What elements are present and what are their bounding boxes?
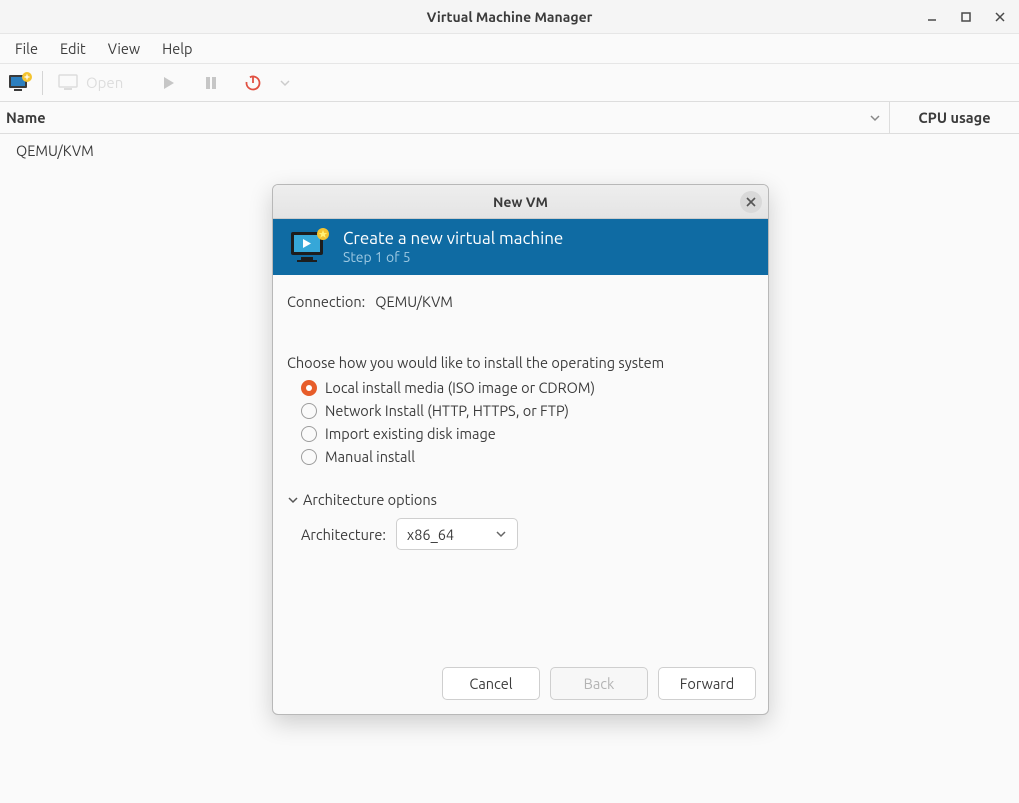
main-window-title: Virtual Machine Manager	[427, 9, 593, 25]
column-cpu-label: CPU usage	[918, 109, 990, 126]
main-titlebar: Virtual Machine Manager	[0, 0, 1019, 34]
radio-label: Import existing disk image	[325, 425, 496, 442]
architecture-header-label: Architecture options	[303, 491, 437, 508]
column-name-label: Name	[6, 109, 46, 126]
toolbar-separator	[42, 71, 43, 95]
monitor-icon	[57, 73, 81, 93]
radio-indicator	[301, 403, 317, 419]
install-method-prompt: Choose how you would like to install the…	[287, 354, 754, 371]
connection-field: Connection: QEMU/KVM	[287, 293, 754, 310]
chevron-down-icon	[279, 77, 291, 89]
install-method-options: Local install media (ISO image or CDROM)…	[287, 379, 754, 465]
back-button: Back	[550, 667, 648, 700]
architecture-value: x86_64	[407, 526, 454, 543]
column-sort-indicator[interactable]	[861, 102, 889, 133]
forward-label: Forward	[680, 675, 735, 692]
connection-name: QEMU/KVM	[16, 142, 94, 159]
radio-import-disk[interactable]: Import existing disk image	[301, 425, 754, 442]
new-vm-button[interactable]	[6, 69, 34, 97]
close-button[interactable]	[987, 4, 1013, 30]
radio-local-install[interactable]: Local install media (ISO image or CDROM)	[301, 379, 754, 396]
menu-edit[interactable]: Edit	[49, 36, 97, 61]
radio-indicator	[301, 426, 317, 442]
toolbar: Open	[0, 64, 1019, 102]
connection-row[interactable]: QEMU/KVM	[0, 138, 1019, 163]
banner-step: Step 1 of 5	[343, 249, 563, 267]
pause-icon	[203, 75, 219, 91]
column-cpu[interactable]: CPU usage	[889, 102, 1019, 133]
column-headers: Name CPU usage	[0, 102, 1019, 134]
architecture-label: Architecture:	[301, 526, 386, 543]
back-label: Back	[584, 675, 615, 692]
pause-button	[197, 69, 225, 97]
shutdown-button[interactable]	[239, 69, 267, 97]
menu-help[interactable]: Help	[151, 36, 203, 61]
dialog-body: Connection: QEMU/KVM Choose how you woul…	[273, 275, 768, 662]
chevron-down-icon	[287, 494, 299, 506]
banner-text: Create a new virtual machine Step 1 of 5	[343, 228, 563, 267]
power-icon	[244, 74, 262, 92]
maximize-button[interactable]	[953, 4, 979, 30]
window-controls	[919, 0, 1013, 34]
menu-file[interactable]: File	[4, 36, 49, 61]
dialog-title: New VM	[493, 194, 548, 210]
forward-button[interactable]: Forward	[658, 667, 756, 700]
dialog-banner: Create a new virtual machine Step 1 of 5	[273, 219, 768, 275]
play-icon	[161, 75, 177, 91]
minimize-button[interactable]	[919, 4, 945, 30]
radio-label: Network Install (HTTP, HTTPS, or FTP)	[325, 402, 569, 419]
cancel-button[interactable]: Cancel	[442, 667, 540, 700]
architecture-select[interactable]: x86_64	[396, 518, 518, 550]
cancel-label: Cancel	[469, 675, 512, 692]
close-icon	[746, 197, 756, 207]
radio-indicator	[301, 449, 317, 465]
menubar: File Edit View Help	[0, 34, 1019, 64]
chevron-down-icon	[869, 112, 881, 124]
open-vm-button: Open	[51, 70, 129, 96]
banner-title: Create a new virtual machine	[343, 228, 563, 249]
radio-network-install[interactable]: Network Install (HTTP, HTTPS, or FTP)	[301, 402, 754, 419]
dialog-close-button[interactable]	[740, 191, 762, 213]
new-vm-dialog: New VM Create a new virtual machine Step…	[272, 184, 769, 715]
run-button	[155, 69, 183, 97]
column-name[interactable]: Name	[0, 102, 861, 133]
connection-label: Connection:	[287, 293, 365, 310]
open-label: Open	[86, 74, 123, 91]
radio-indicator	[301, 380, 317, 396]
dialog-button-row: Cancel Back Forward	[273, 662, 768, 714]
architecture-row: Architecture: x86_64	[287, 518, 754, 550]
connection-value: QEMU/KVM	[375, 293, 453, 310]
shutdown-menu-button	[271, 69, 299, 97]
dialog-titlebar: New VM	[273, 185, 768, 219]
connection-list: QEMU/KVM	[0, 134, 1019, 167]
menu-view[interactable]: View	[97, 36, 151, 61]
radio-label: Local install media (ISO image or CDROM)	[325, 379, 595, 396]
radio-label: Manual install	[325, 448, 415, 465]
radio-manual-install[interactable]: Manual install	[301, 448, 754, 465]
architecture-expander[interactable]: Architecture options	[287, 491, 754, 508]
banner-vm-icon	[287, 227, 331, 267]
chevron-down-icon	[495, 528, 507, 540]
